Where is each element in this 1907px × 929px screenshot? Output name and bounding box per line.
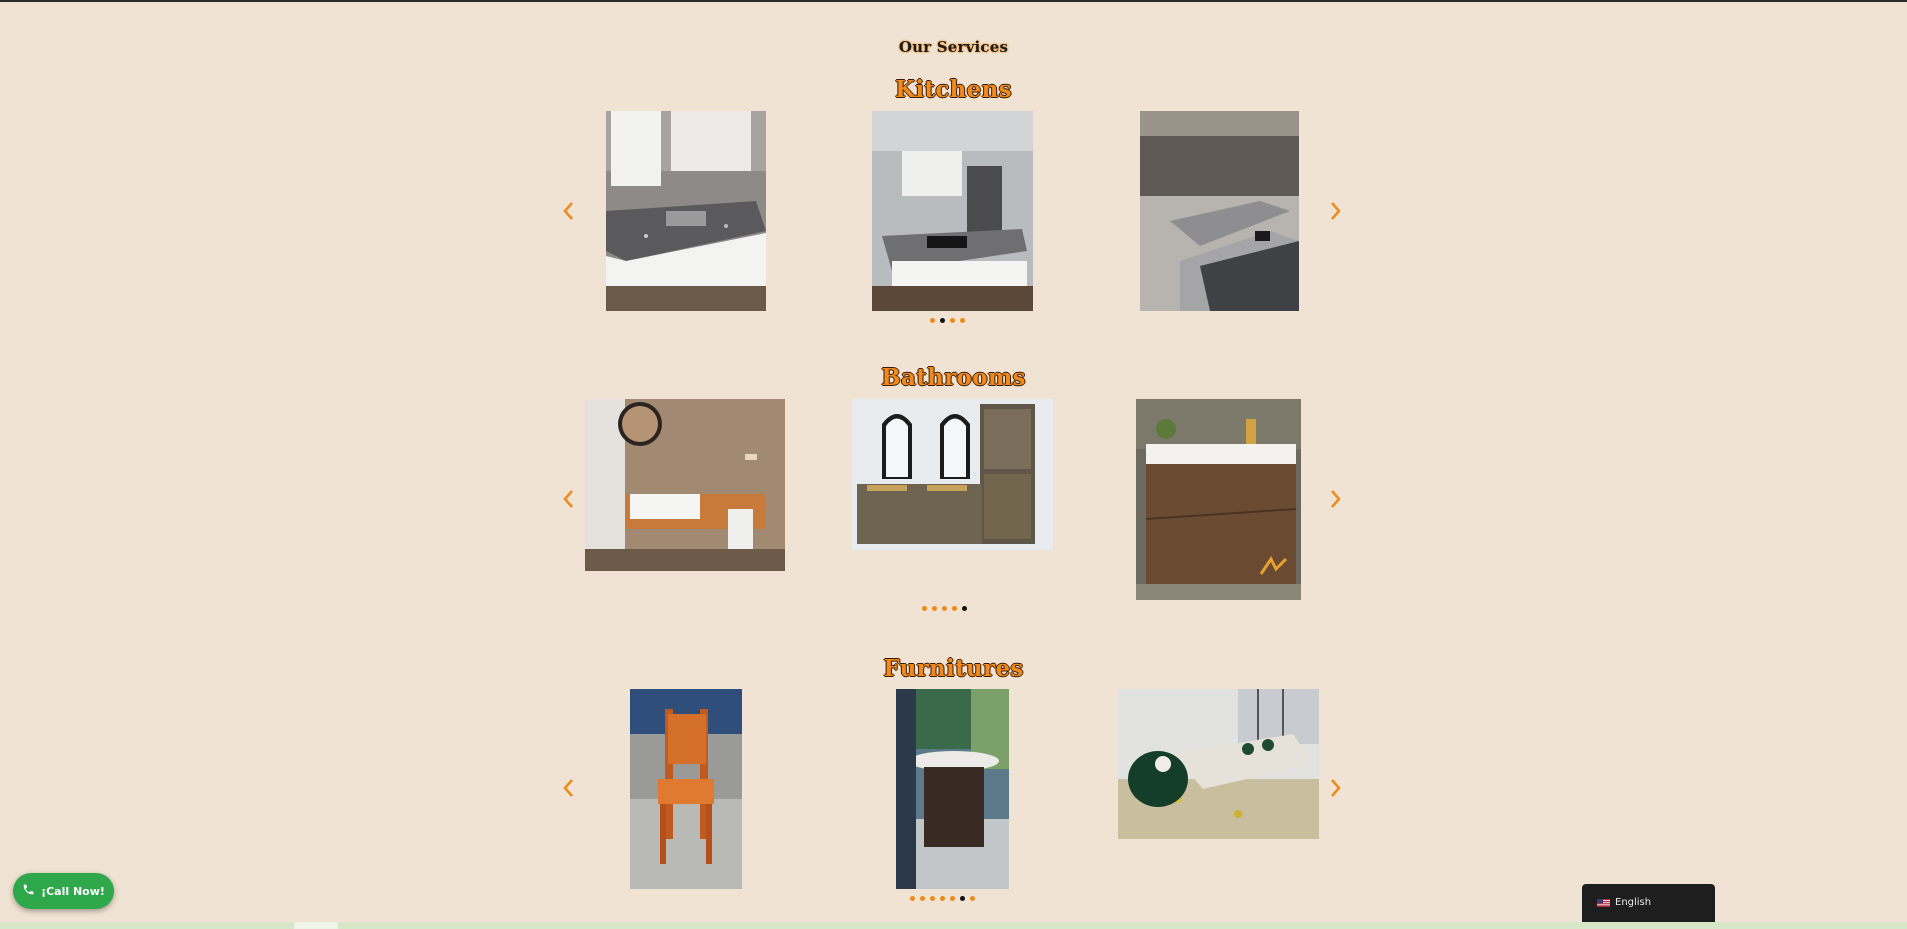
bathrooms-pagination xyxy=(922,606,967,611)
bottom-strip xyxy=(0,922,1907,929)
furnitures-pagination xyxy=(910,896,975,901)
kitchen-photo-1[interactable] xyxy=(606,111,766,311)
bathroom-photo-2[interactable] xyxy=(852,399,1053,550)
bathroom-photo-3[interactable] xyxy=(1136,399,1301,600)
pagination-dot[interactable] xyxy=(922,606,927,611)
furnitures-prev-arrow[interactable] xyxy=(558,774,580,802)
pagination-dot[interactable] xyxy=(962,606,967,611)
pagination-dot[interactable] xyxy=(940,896,945,901)
pagination-dot[interactable] xyxy=(970,896,975,901)
page-heading: Our Services xyxy=(898,38,1009,56)
pagination-dot[interactable] xyxy=(950,896,955,901)
phone-icon xyxy=(22,883,35,899)
bathrooms-prev-arrow[interactable] xyxy=(558,485,580,513)
pagination-dot[interactable] xyxy=(930,896,935,901)
pagination-dot[interactable] xyxy=(910,896,915,901)
section-title-bathrooms: Bathrooms xyxy=(881,364,1026,391)
call-now-label: ¡Call Now! xyxy=(41,884,105,898)
kitchens-prev-arrow[interactable] xyxy=(558,197,580,225)
kitchens-next-arrow[interactable] xyxy=(1324,197,1346,225)
kitchen-photo-2[interactable] xyxy=(872,111,1033,311)
call-now-button[interactable]: ¡Call Now! xyxy=(13,873,114,909)
pagination-dot[interactable] xyxy=(920,896,925,901)
pagination-dot[interactable] xyxy=(940,318,945,323)
kitchens-pagination xyxy=(930,318,965,323)
pagination-dot[interactable] xyxy=(930,318,935,323)
pagination-dot[interactable] xyxy=(932,606,937,611)
bottom-tab xyxy=(294,922,338,929)
furniture-photo-1[interactable] xyxy=(630,689,742,889)
pagination-dot[interactable] xyxy=(960,318,965,323)
pagination-dot[interactable] xyxy=(952,606,957,611)
furniture-photo-3[interactable] xyxy=(1118,689,1319,839)
bathrooms-next-arrow[interactable] xyxy=(1324,485,1346,513)
pagination-dot[interactable] xyxy=(960,896,965,901)
section-title-furnitures: Furnitures xyxy=(883,655,1024,682)
furniture-photo-2[interactable] xyxy=(896,689,1009,889)
language-label: English xyxy=(1615,897,1652,908)
pagination-dot[interactable] xyxy=(942,606,947,611)
us-flag-icon xyxy=(1597,899,1610,907)
kitchen-photo-3[interactable] xyxy=(1140,111,1299,311)
bathroom-photo-1[interactable] xyxy=(585,399,785,571)
pagination-dot[interactable] xyxy=(950,318,955,323)
section-title-kitchens: Kitchens xyxy=(895,76,1012,103)
furnitures-next-arrow[interactable] xyxy=(1324,774,1346,802)
